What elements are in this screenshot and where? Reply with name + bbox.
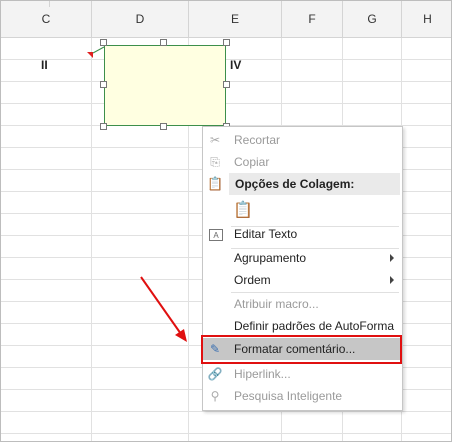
menu-item-order[interactable]: Ordem [203,269,402,291]
menu-item-cut[interactable]: ✂ Recortar [203,129,402,151]
resize-handle[interactable] [160,123,167,130]
comment-box[interactable] [104,45,226,126]
comment-connector [92,46,105,54]
menu-item-label: Pesquisa Inteligente [234,389,343,403]
resize-handle[interactable] [223,81,230,88]
menu-item-copy[interactable]: ⎘ Copiar [203,151,402,173]
copy-icon: ⎘ [210,154,220,169]
menu-item-smart-lookup[interactable]: ⚲ Pesquisa Inteligente [203,385,402,407]
submenu-arrow-icon [390,254,394,262]
menu-item-label: Copiar [234,155,270,169]
resize-handle[interactable] [100,123,107,130]
menu-item-paste-option[interactable]: 📋 [203,196,402,224]
context-menu: ✂ Recortar ⎘ Copiar Opções de Colagem: 📋… [202,126,403,411]
menu-item-set-autoshape-defaults[interactable]: Definir padrões de AutoForma [203,315,402,337]
hyperlink-icon: 🔗 [207,367,223,381]
highlight-box [201,335,402,364]
menu-item-assign-macro[interactable]: Atribuir macro... [203,293,402,315]
menu-item-label: Agrupamento [234,251,307,265]
red-pointer-arrow-head [175,329,187,342]
resize-handle[interactable] [100,81,107,88]
submenu-arrow-icon [390,276,394,284]
menu-item-hyperlink[interactable]: 🔗 Hiperlink... [203,363,402,385]
smart-lookup-icon: ⚲ [210,389,220,403]
menu-item-label: Editar Texto [234,227,298,241]
edit-text-icon: A [209,229,223,241]
menu-item-label: Hiperlink... [234,367,291,381]
menu-item-edit-text[interactable]: A Editar Texto [203,223,402,245]
spreadsheet-window: C D E F G H II IV ✂ Recortar ⎘ Copiar Op… [0,0,452,442]
resize-handle[interactable] [100,39,107,46]
menu-section-paste-options: Opções de Colagem: [229,173,400,195]
menu-item-grouping[interactable]: Agrupamento [203,247,402,269]
paste-icon: 📋 [207,176,224,191]
resize-handle[interactable] [223,39,230,46]
menu-section-label: Opções de Colagem: [235,177,355,191]
scissors-icon: ✂ [209,133,221,147]
menu-item-label: Atribuir macro... [234,297,319,311]
red-pointer-arrow-line [140,276,182,335]
resize-handle[interactable] [160,39,167,46]
menu-item-label: Ordem [234,273,271,287]
menu-item-label: Recortar [234,133,281,147]
menu-item-label: Definir padrões de AutoForma [234,319,395,333]
paste-option-icon: 📋 [233,202,253,219]
